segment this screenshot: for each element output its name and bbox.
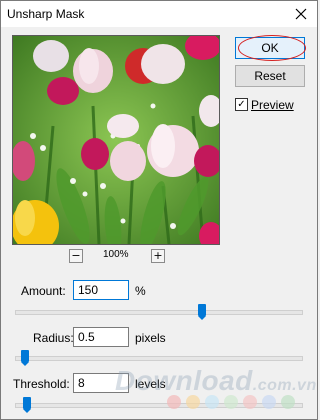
zoom-controls: − 100% + [69, 249, 165, 263]
zoom-in-button[interactable]: + [151, 249, 165, 263]
checkmark-icon: ✓ [237, 98, 246, 110]
threshold-unit: levels [135, 377, 166, 391]
amount-slider-track[interactable] [15, 310, 303, 315]
watermark-suffix: .com.vn [252, 377, 317, 394]
watermark-dot [262, 395, 276, 409]
ok-button[interactable]: OK [235, 37, 305, 59]
reset-button[interactable]: Reset [235, 65, 305, 87]
watermark-dot [243, 395, 257, 409]
preview-checkbox[interactable]: ✓ [235, 98, 248, 111]
radius-unit: pixels [135, 331, 166, 345]
radius-input[interactable] [73, 327, 129, 347]
threshold-label: Threshold: [13, 377, 70, 391]
preview-label: Preview [251, 98, 294, 112]
radius-slider-track[interactable] [15, 356, 303, 361]
threshold-input[interactable] [73, 373, 129, 393]
amount-label: Amount: [21, 284, 66, 298]
amount-input[interactable] [73, 280, 129, 300]
watermark-dot [186, 395, 200, 409]
title-bar: Unsharp Mask [1, 1, 317, 27]
watermark-dot [281, 395, 295, 409]
zoom-value: 100% [103, 249, 129, 260]
watermark-dot [167, 395, 181, 409]
preview-image[interactable] [12, 35, 220, 245]
tulip-photo [13, 36, 219, 244]
radius-label: Radius: [33, 331, 74, 345]
watermark-dot [224, 395, 238, 409]
dialog-title: Unsharp Mask [7, 7, 85, 21]
unsharp-mask-dialog: Unsharp Mask − 100% + OK Reset ✓ Preview… [0, 0, 318, 420]
close-icon [295, 8, 307, 20]
amount-unit: % [135, 284, 146, 298]
amount-slider-thumb[interactable] [198, 304, 206, 320]
watermark-dot [205, 395, 219, 409]
threshold-slider-thumb[interactable] [23, 397, 31, 413]
zoom-out-button[interactable]: − [69, 249, 83, 263]
close-button[interactable] [287, 2, 315, 26]
radius-slider-thumb[interactable] [21, 350, 29, 366]
threshold-slider-track[interactable] [15, 403, 303, 408]
